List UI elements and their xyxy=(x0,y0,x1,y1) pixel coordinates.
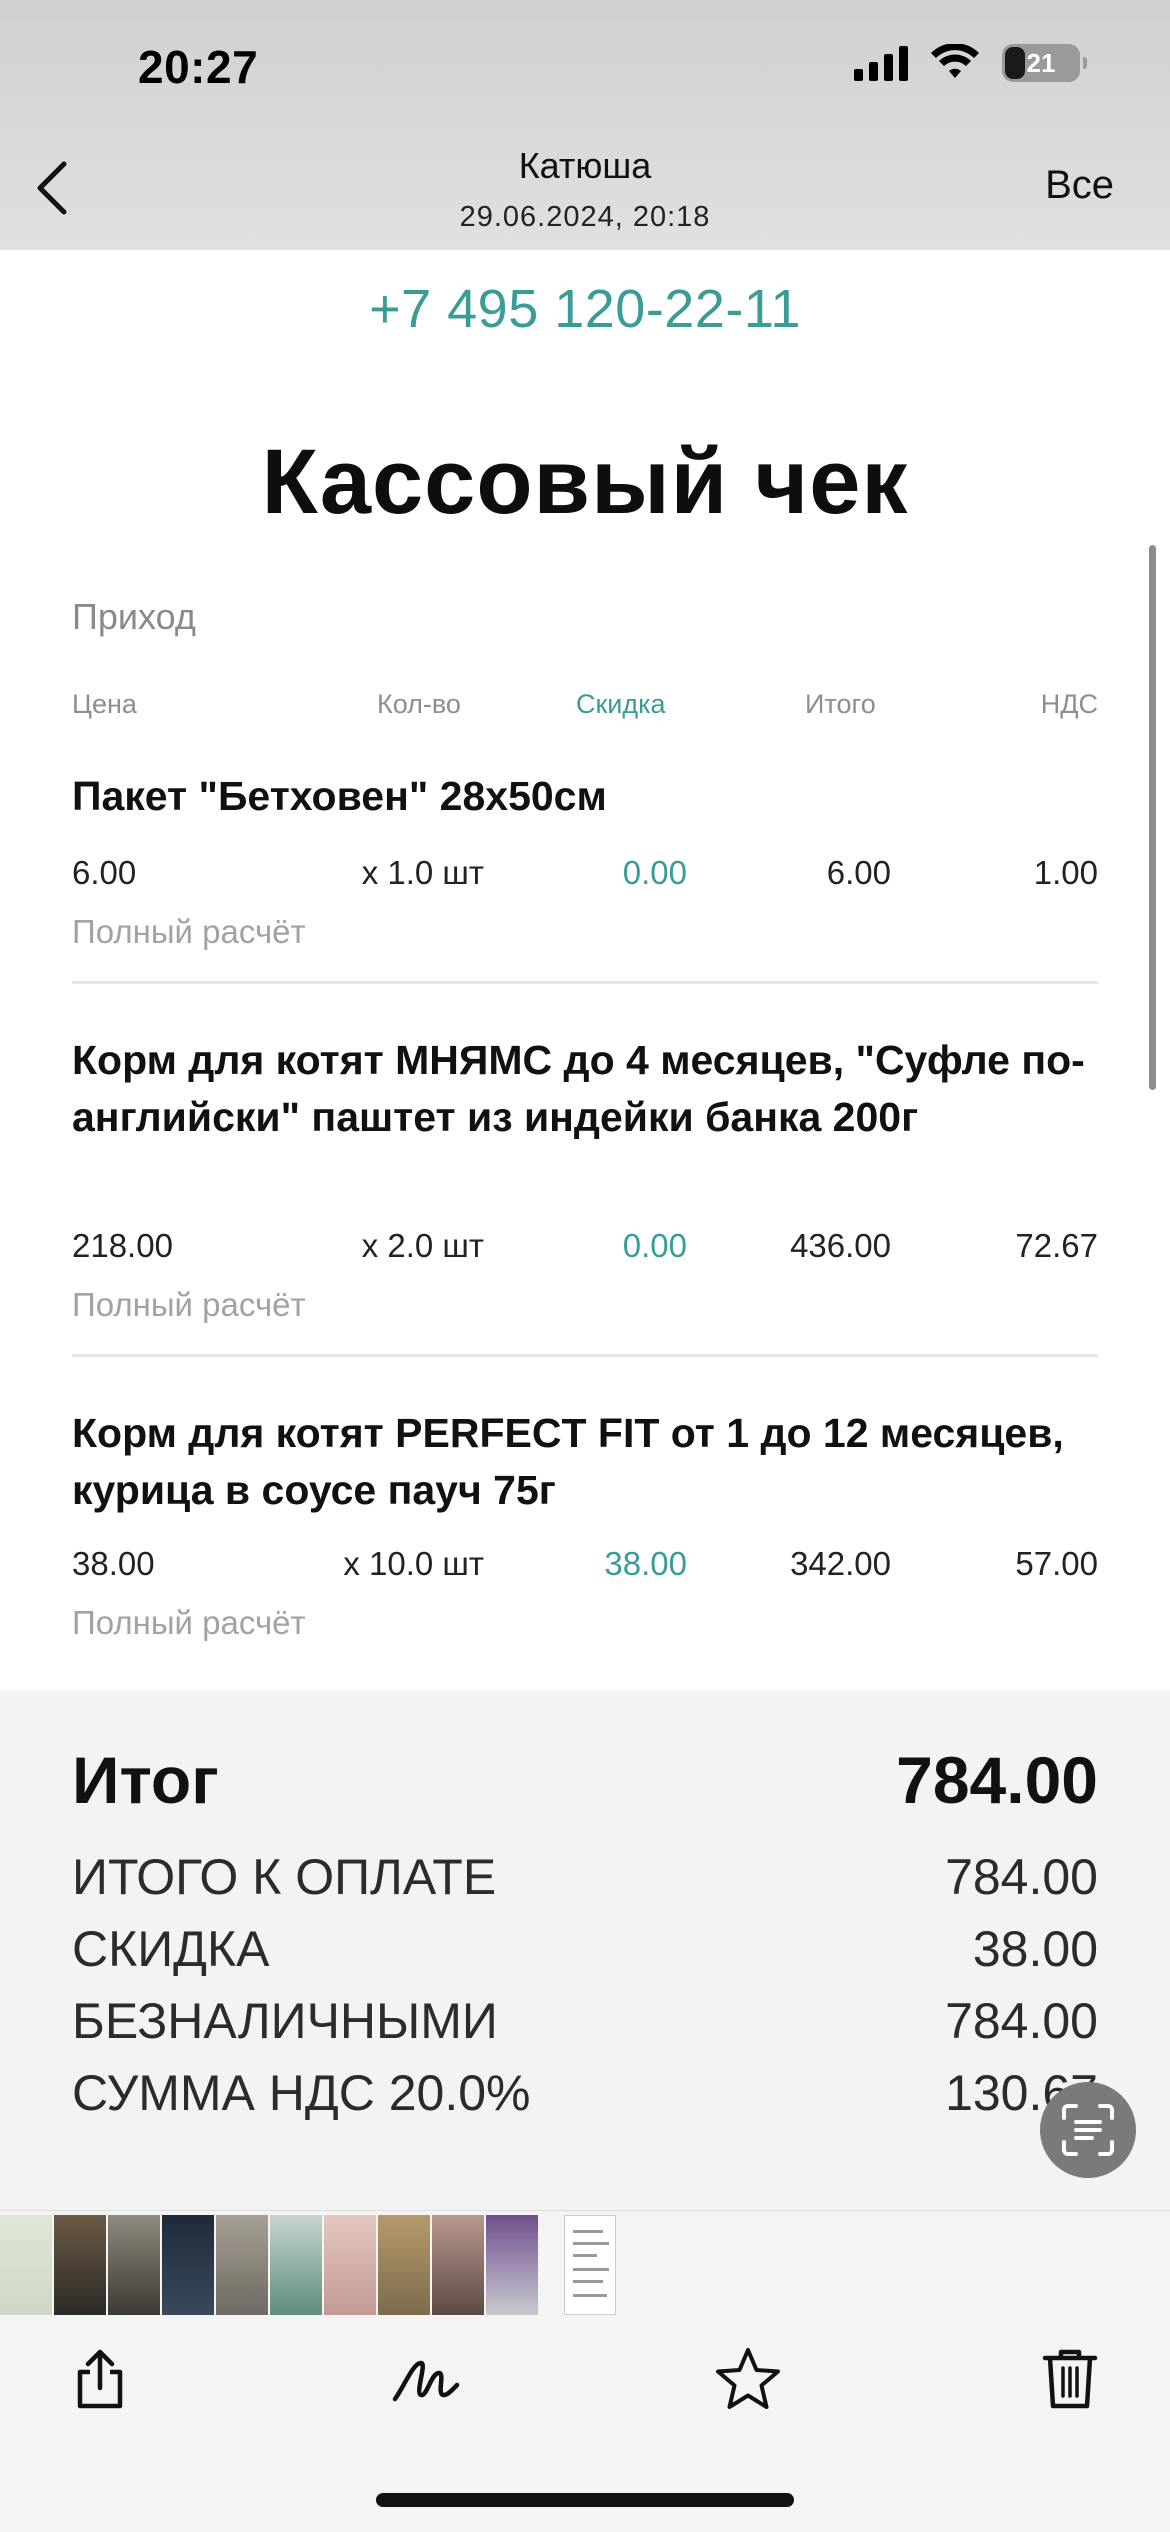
totals-row-value: 38.00 xyxy=(972,1921,1098,1977)
totals-row-label: СКИДКА xyxy=(72,1921,270,1977)
totals-row-label: СУММА НДС 20.0% xyxy=(72,2065,531,2121)
cellular-signal-icon xyxy=(854,45,908,81)
status-time: 20:27 xyxy=(138,41,259,93)
totals-row-value: 784.00 xyxy=(945,1849,1098,1905)
photo-thumbnail[interactable] xyxy=(0,2215,52,2315)
scrollbar[interactable] xyxy=(1149,545,1156,1090)
receipt-title: Кассовый чек xyxy=(261,431,909,533)
item-price: 6.00 xyxy=(72,854,137,891)
photo-thumbnail[interactable] xyxy=(324,2215,376,2315)
photo-thumbnail[interactable] xyxy=(432,2215,484,2315)
photo-viewer-screen: 20:27 21 Катюша 29.06.2024, 20:18 Все +7… xyxy=(0,0,1170,2532)
markup-icon xyxy=(392,2360,460,2402)
totals-panel: Итог 784.00 ИТОГО К ОПЛАТЕ 784.00 СКИДКА… xyxy=(0,1690,1170,2210)
item-vat: 57.00 xyxy=(1015,1545,1098,1582)
home-indicator[interactable] xyxy=(376,2493,794,2507)
live-text-icon xyxy=(1062,2104,1114,2156)
delete-button[interactable] xyxy=(1034,2343,1106,2415)
share-button[interactable] xyxy=(64,2343,136,2415)
item-discount: 38.00 xyxy=(604,1545,687,1582)
item-total: 342.00 xyxy=(790,1545,891,1582)
item-discount: 0.00 xyxy=(622,854,687,891)
totals-row-value: 784.00 xyxy=(945,1993,1098,2049)
all-photos-button[interactable]: Все xyxy=(1045,163,1114,208)
bottom-toolbar xyxy=(0,2210,1170,2532)
photo-thumbnail[interactable] xyxy=(216,2215,268,2315)
current-photo-thumbnail[interactable] xyxy=(564,2215,616,2315)
totals-row: ИТОГО К ОПЛАТЕ 784.00 xyxy=(72,1848,1098,1908)
photo-date: 29.06.2024, 20:18 xyxy=(459,201,711,233)
photo-thumbnail[interactable] xyxy=(162,2215,214,2315)
item-name: Пакет "Бетховен" 28x50см xyxy=(72,773,607,819)
item-calc-type: Полный расчёт xyxy=(72,1604,306,1641)
item-qty: x 2.0 шт xyxy=(361,1227,484,1264)
grand-total-label: Итог xyxy=(72,1743,219,1817)
photo-thumbnail[interactable] xyxy=(378,2215,430,2315)
status-indicators: 21 xyxy=(854,44,1087,82)
item-discount: 0.00 xyxy=(622,1227,687,1264)
item-name: Корм для котят PERFECT FIT от 1 до 12 ме… xyxy=(72,1410,1064,1513)
photo-thumbnail[interactable] xyxy=(486,2215,538,2315)
item-vat: 72.67 xyxy=(1015,1227,1098,1264)
item-calc-type: Полный расчёт xyxy=(72,1286,306,1323)
wifi-icon xyxy=(931,44,979,78)
markup-button[interactable] xyxy=(390,2343,462,2415)
nav-title-block: Катюша 29.06.2024, 20:18 xyxy=(0,145,1170,234)
column-qty: Кол-во xyxy=(377,689,461,719)
favorite-button[interactable] xyxy=(712,2343,784,2415)
photo-thumbnail[interactable] xyxy=(54,2215,106,2315)
album-title: Катюша xyxy=(518,145,652,186)
item-vat: 1.00 xyxy=(1033,854,1098,891)
item-price: 38.00 xyxy=(72,1545,155,1582)
store-phone[interactable]: +7 495 120-22-11 xyxy=(0,278,1170,340)
item-total: 6.00 xyxy=(826,854,891,891)
trash-icon xyxy=(1042,2349,1098,2409)
battery-icon: 21 xyxy=(1002,44,1087,82)
star-icon xyxy=(716,2348,780,2409)
totals-row: СУММА НДС 20.0% 130.67 xyxy=(72,2064,1098,2124)
live-text-button[interactable] xyxy=(1040,2082,1136,2178)
item-qty: x 10.0 шт xyxy=(343,1545,484,1582)
column-price: Цена xyxy=(72,689,137,719)
thumbnail-strip[interactable] xyxy=(0,2211,616,2319)
item-total: 436.00 xyxy=(790,1227,891,1264)
photo-thumbnail[interactable] xyxy=(108,2215,160,2315)
totals-row: СКИДКА 38.00 xyxy=(72,1920,1098,1980)
column-total: Итого xyxy=(805,689,876,719)
totals-row-label: ИТОГО К ОПЛАТЕ xyxy=(72,1849,497,1905)
photo-thumbnail[interactable] xyxy=(270,2215,322,2315)
item-divider xyxy=(72,981,1098,984)
share-icon xyxy=(77,2349,123,2409)
item-qty: x 1.0 шт xyxy=(361,854,484,891)
item-price: 218.00 xyxy=(72,1227,173,1264)
column-discount: Скидка xyxy=(576,689,666,719)
column-vat: НДС xyxy=(1040,689,1098,719)
grand-total-value: 784.00 xyxy=(896,1743,1098,1817)
battery-level: 21 xyxy=(1026,47,1056,78)
item-calc-type: Полный расчёт xyxy=(72,913,306,950)
operation-type: Приход xyxy=(72,596,196,637)
item-divider xyxy=(72,1354,1098,1357)
item-name: Корм для котят МНЯМС до 4 месяцев, "Суфл… xyxy=(72,1037,1085,1140)
totals-row-label: БЕЗНАЛИЧНЫМИ xyxy=(72,1993,498,2049)
totals-row: БЕЗНАЛИЧНЫМИ 784.00 xyxy=(72,1992,1098,2052)
top-bar: 20:27 21 Катюша 29.06.2024, 20:18 Все xyxy=(0,0,1170,250)
